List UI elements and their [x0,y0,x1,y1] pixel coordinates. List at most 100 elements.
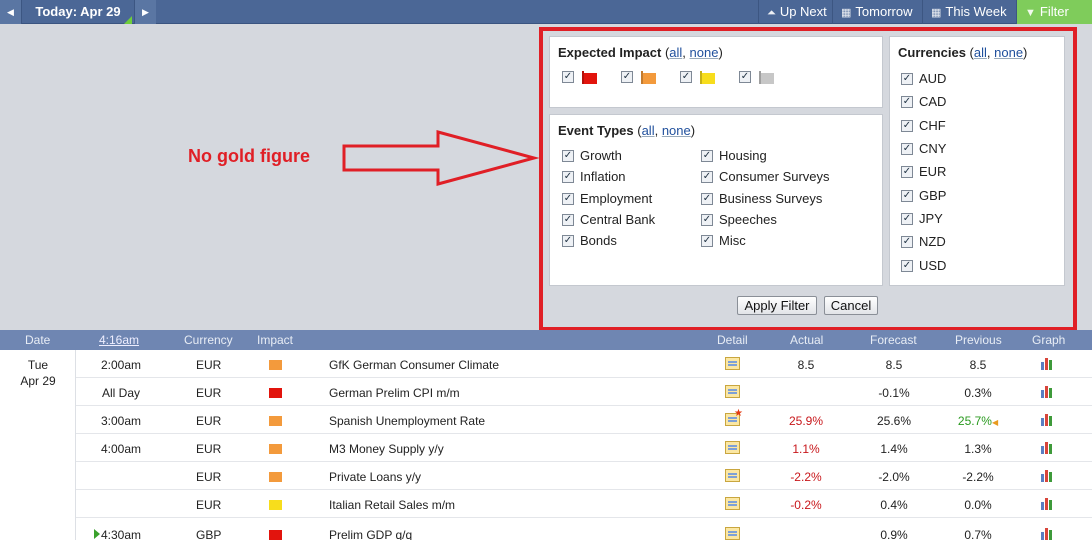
currency-gbp-label: GBP [919,188,947,203]
event-business-surveys-checkbox[interactable]: ✓ [701,193,713,205]
row-event[interactable]: German Prelim CPI m/m [329,386,460,400]
impact-medium-flag-icon [641,73,656,84]
event-inflation-checkbox[interactable]: ✓ [562,171,574,183]
header-time[interactable]: 4:16am [99,333,139,347]
event-central-bank-checkbox[interactable]: ✓ [562,214,574,226]
graph-bar-icon[interactable] [1040,412,1055,426]
filter-funnel-icon: ▼ [1025,7,1036,19]
events-none-link[interactable]: none [662,123,691,138]
currency-eur-checkbox[interactable]: ✓ [901,166,913,178]
currency-cad-checkbox[interactable]: ✓ [901,96,913,108]
next-day-button[interactable]: ▶ [134,0,156,24]
currency-cny-checkbox[interactable]: ✓ [901,143,913,155]
triangle-left-icon: ◀ [7,7,14,17]
impact-none-link[interactable]: none [690,45,719,60]
calendar-table-header: Date 4:16am Currency Impact Detail Actua… [0,330,1092,350]
currencies-all-link[interactable]: all [974,45,987,60]
filter-button[interactable]: ▼ Filter [1016,0,1092,24]
graph-bar-icon[interactable] [1040,496,1055,510]
event-growth-checkbox[interactable]: ✓ [562,150,574,162]
detail-folder-icon[interactable] [725,357,740,370]
currency-cad-label: CAD [919,94,947,109]
graph-bar-icon[interactable] [1040,356,1055,370]
graph-bar-icon[interactable] [1040,384,1055,398]
event-types-title: Event Types (all, none) [558,123,696,138]
row-time: All Day [101,386,140,400]
annotation-text: No gold figure [188,146,310,166]
table-row[interactable]: 4:30am GBP Prelim GDP q/q 0.9% 0.7% [76,520,1092,540]
detail-folder-icon[interactable] [725,527,740,540]
date-day: Tue [27,358,49,372]
triangle-right-icon: ▶ [142,7,149,17]
currency-chf-checkbox[interactable]: ✓ [901,120,913,132]
filter-label: Filter [1039,4,1069,19]
today-marker-icon [124,16,132,24]
currency-aud-checkbox[interactable]: ✓ [901,73,913,85]
currency-jpy-checkbox[interactable]: ✓ [901,213,913,225]
event-growth-label: Growth [580,148,622,163]
graph-bar-icon[interactable] [1040,440,1055,454]
row-previous: 0.0% [964,498,992,512]
event-bonds-checkbox[interactable]: ✓ [562,235,574,247]
impact-all-link[interactable]: all [669,45,682,60]
impact-high-checkbox[interactable]: ✓ [562,71,574,83]
table-row[interactable]: 2:00am EUR GfK German Consumer Climate 8… [76,350,1092,378]
apply-filter-button[interactable]: Apply Filter [737,296,817,315]
impact-low-checkbox[interactable]: ✓ [680,71,692,83]
up-next-button[interactable]: ⏶ Up Next [758,0,832,24]
row-event[interactable]: Italian Retail Sales m/m [329,498,455,512]
currency-nzd-checkbox[interactable]: ✓ [901,236,913,248]
top-navigation-bar: ◀ Today: Apr 29 ▶ ⏶ Up Next ▦ Tomorrow ▦ Th… [0,0,1092,24]
event-speeches-checkbox[interactable]: ✓ [701,214,713,226]
detail-folder-icon[interactable] [725,497,740,510]
table-row[interactable]: EUR Private Loans y/y -2.2% -2.0% -2.2% [76,462,1092,490]
expected-impact-panel: Expected Impact (all, none) ✓ ✓ ✓ ✓ [549,36,883,108]
row-forecast: -0.1% [878,386,910,400]
graph-bar-icon[interactable] [1040,526,1055,540]
currencies-none-link[interactable]: none [994,45,1023,60]
currency-jpy-label: JPY [919,211,943,226]
header-actual: Actual [790,333,824,347]
table-row[interactable]: 3:00am EUR Spanish Unemployment Rate ★ 2… [76,406,1092,434]
event-misc-label: Misc [719,233,746,248]
event-housing-checkbox[interactable]: ✓ [701,150,713,162]
row-event[interactable]: Prelim GDP q/q [329,528,412,540]
previous-day-button[interactable]: ◀ [0,0,22,24]
impact-high-icon [269,388,282,398]
event-business-surveys-label: Business Surveys [719,191,823,206]
impact-nonecolor-flag-icon [759,73,774,84]
row-forecast: 8.5 [885,358,903,372]
row-event[interactable]: M3 Money Supply y/y [329,442,444,456]
row-event[interactable]: GfK German Consumer Climate [329,358,499,372]
currency-usd-checkbox[interactable]: ✓ [901,260,913,272]
impact-medium-checkbox[interactable]: ✓ [621,71,633,83]
date-cell: Tue Apr 29 [0,350,76,540]
currencies-panel: Currencies (all, none) ✓ AUD ✓ CAD ✓ CHF ✓ C… [889,36,1065,286]
row-forecast: -2.0% [878,470,910,484]
impact-none-checkbox[interactable]: ✓ [739,71,751,83]
graph-bar-icon[interactable] [1040,468,1055,482]
event-inflation-label: Inflation [580,169,626,184]
this-week-button[interactable]: ▦ This Week [922,0,1016,24]
detail-folder-icon[interactable] [725,385,740,398]
events-all-link[interactable]: all [642,123,655,138]
event-consumer-surveys-checkbox[interactable]: ✓ [701,171,713,183]
row-forecast: 0.4% [880,498,908,512]
row-event[interactable]: Spanish Unemployment Rate [329,414,485,428]
header-impact: Impact [257,333,294,347]
annotation-arrow-icon [342,130,540,186]
event-consumer-surveys-label: Consumer Surveys [719,169,830,184]
event-employment-checkbox[interactable]: ✓ [562,193,574,205]
currency-gbp-checkbox[interactable]: ✓ [901,190,913,202]
header-previous: Previous [955,333,1002,347]
table-row[interactable]: All Day EUR German Prelim CPI m/m -0.1% … [76,378,1092,406]
row-event[interactable]: Private Loans y/y [329,470,421,484]
today-label[interactable]: Today: Apr 29 [23,0,133,24]
table-row[interactable]: 4:00am EUR M3 Money Supply y/y 1.1% 1.4%… [76,434,1092,462]
cancel-button[interactable]: Cancel [824,296,878,315]
table-row[interactable]: EUR Italian Retail Sales m/m -0.2% 0.4% … [76,490,1092,518]
detail-folder-icon[interactable] [725,469,740,482]
event-misc-checkbox[interactable]: ✓ [701,235,713,247]
detail-folder-icon[interactable] [725,441,740,454]
tomorrow-button[interactable]: ▦ Tomorrow [832,0,922,24]
